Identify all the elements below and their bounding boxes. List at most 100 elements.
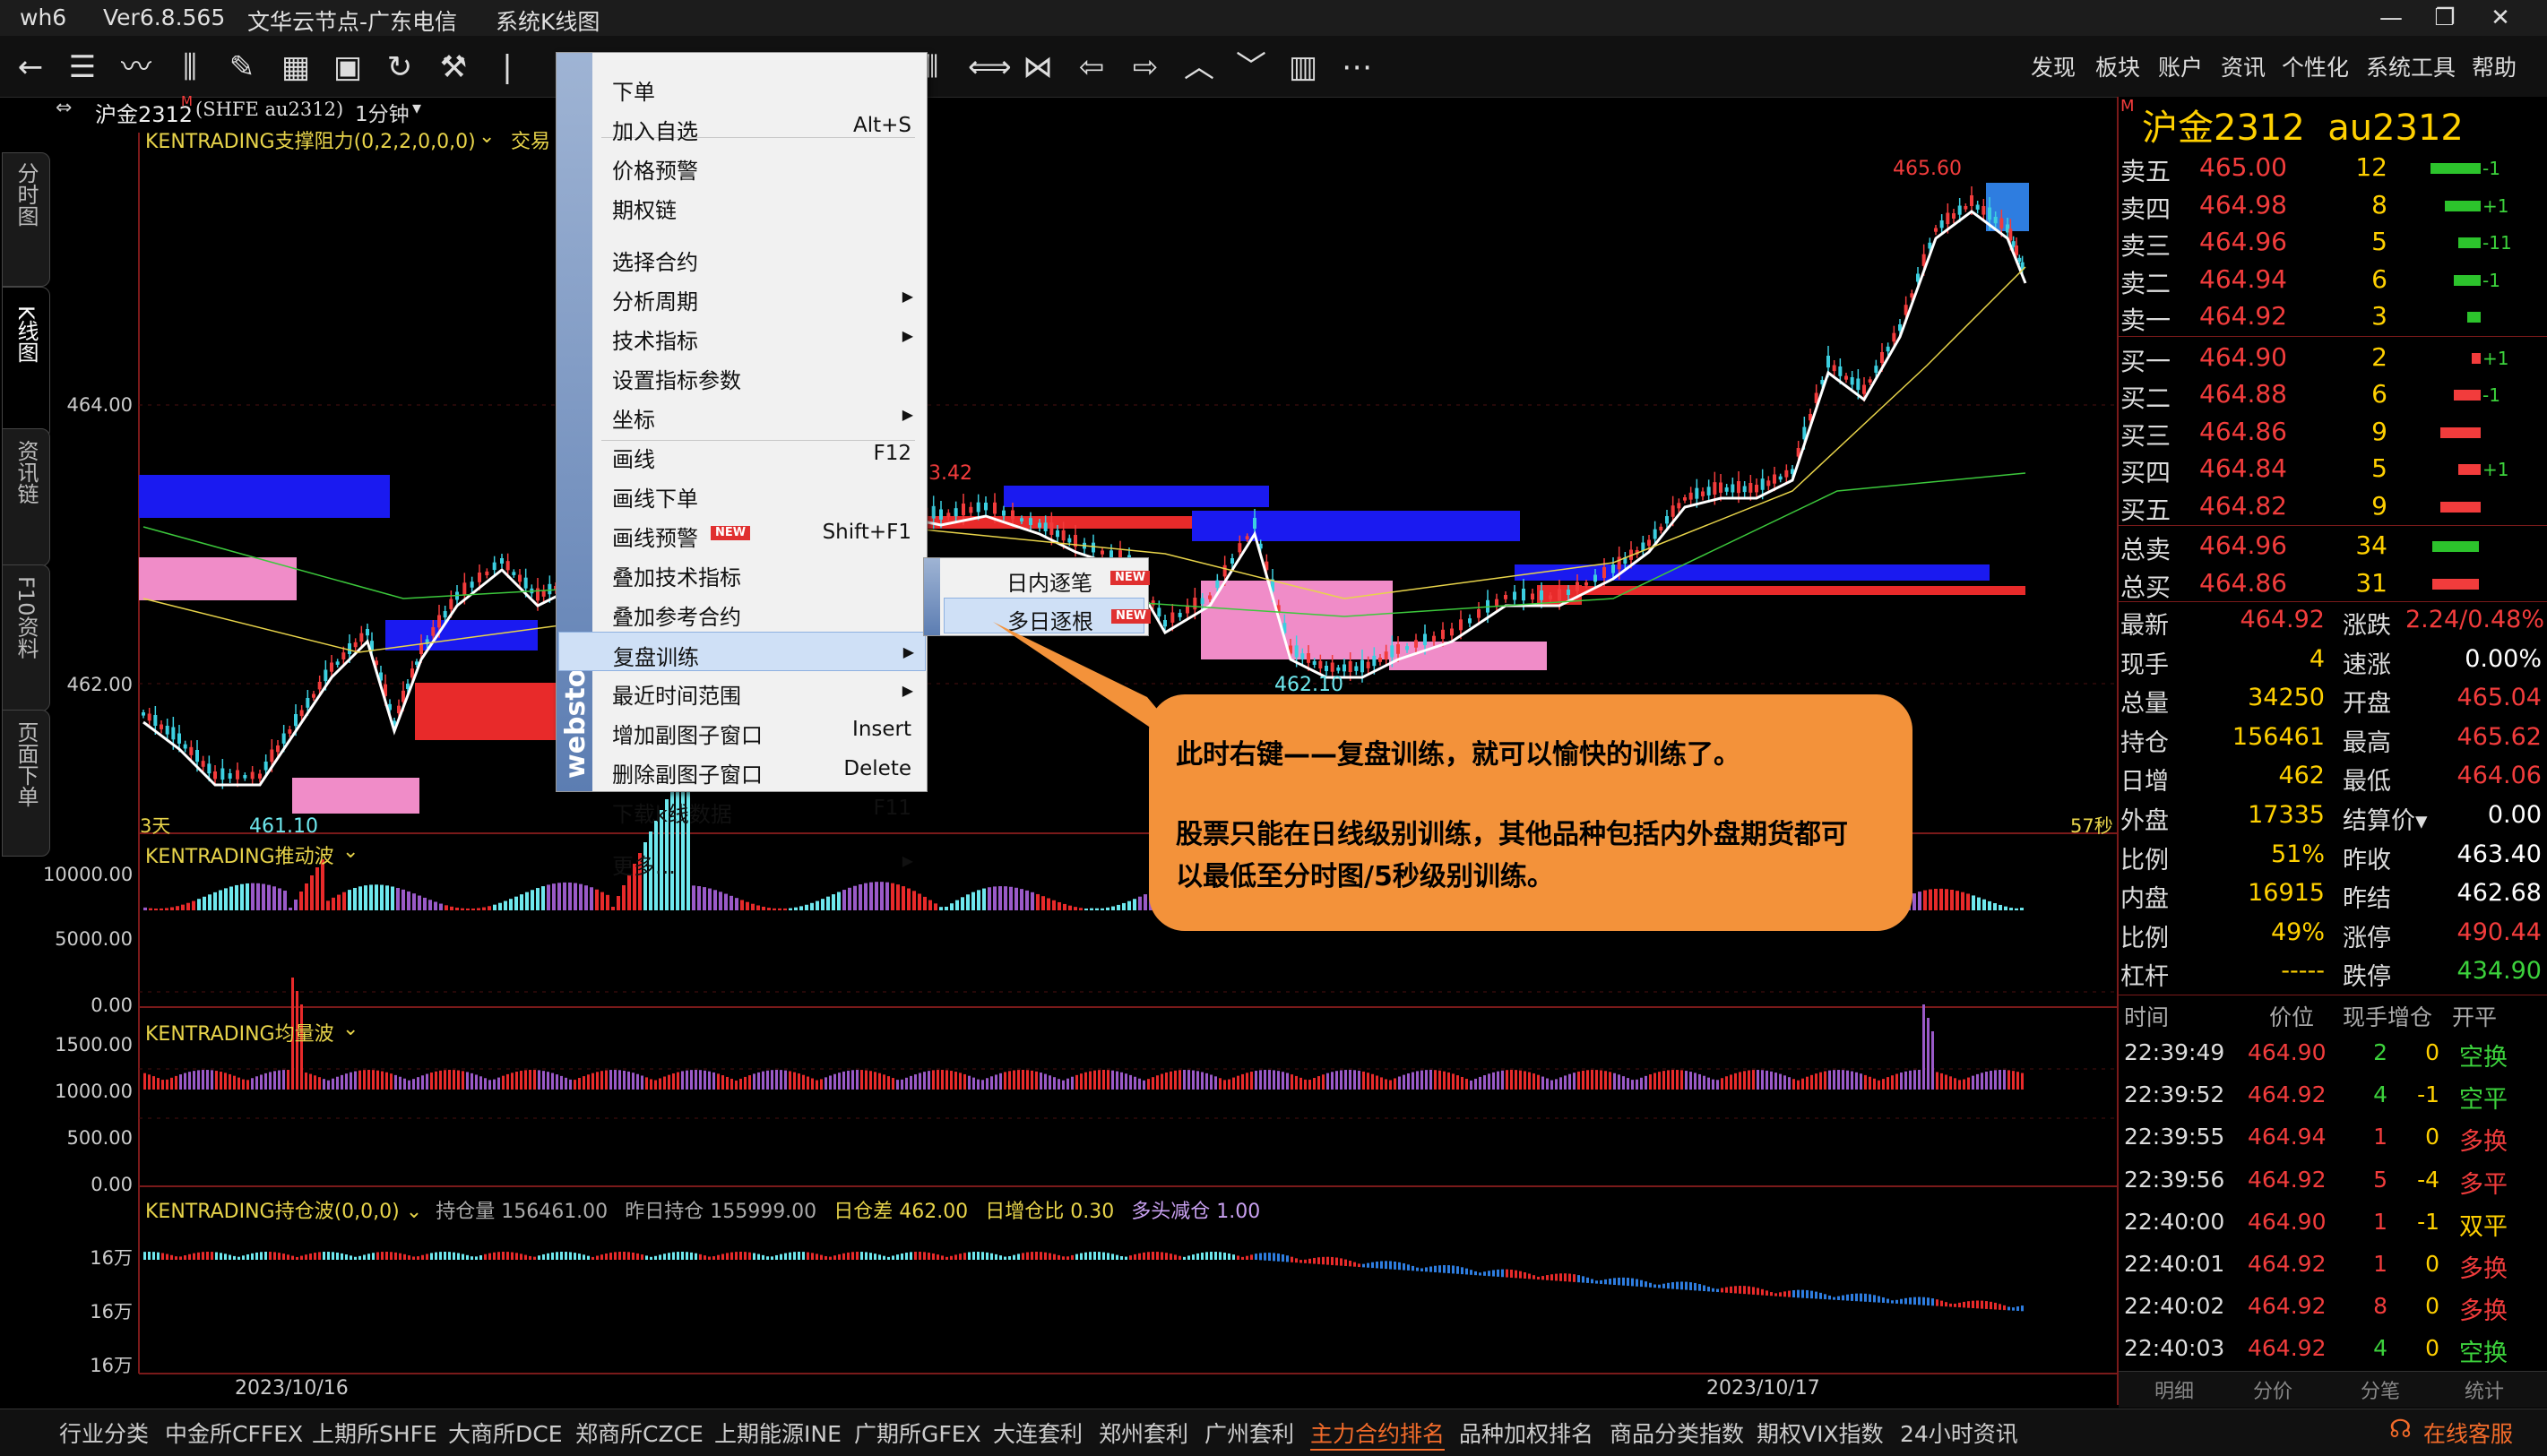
menu-item[interactable]: 分析周期 ▶ <box>558 277 924 314</box>
menu-item[interactable]: 更多... ▶ <box>558 841 924 879</box>
tab-statistics[interactable]: 统计 <box>2465 1375 2504 1404</box>
submenu-item-intraday[interactable]: 日内逐笔 NEW <box>944 560 1151 596</box>
menu-item[interactable]: 技术指标 ▶ <box>558 316 924 354</box>
oi-wave-bar <box>981 1252 984 1260</box>
volume-wave-bar <box>1770 1071 1773 1090</box>
close-icon[interactable]: ✕ <box>2474 2 2527 34</box>
volume-wave-bar <box>1187 1070 1190 1090</box>
oi-label: 持仓量 <box>436 1201 496 1223</box>
line-chart-icon[interactable]: 〰 <box>118 49 154 85</box>
exchange-tab[interactable]: 上期能源INE <box>714 1417 842 1449</box>
menu-item[interactable]: 下载k线数据 F11 <box>558 789 924 827</box>
exchange-tab[interactable]: 主力合约排名 <box>1310 1417 1446 1451</box>
grid-icon[interactable]: ▦ <box>278 49 314 85</box>
exchange-tab[interactable]: 24小时资讯 <box>1900 1417 2018 1449</box>
exchange-tab[interactable]: 行业分类 <box>59 1417 149 1449</box>
exchange-tab[interactable]: 品种加权排名 <box>1459 1417 1593 1449</box>
headset-icon[interactable]: ☊ <box>2389 1414 2412 1443</box>
oi-wave-bar <box>1192 1254 1195 1260</box>
candle-body <box>1946 212 1950 225</box>
exchange-tab[interactable]: 广期所GFEX <box>854 1417 981 1449</box>
cursor-icon[interactable]: | <box>489 49 525 85</box>
up-icon[interactable]: ︿ <box>1181 49 1217 85</box>
volume-wave-bar <box>865 1070 868 1090</box>
menu-tools[interactable]: 系统工具 <box>2366 50 2456 82</box>
menu-item[interactable]: 增加副图子窗口 Insert <box>558 711 924 748</box>
exchange-tab[interactable]: 大连套利 <box>993 1417 1083 1449</box>
menu-item[interactable]: 加入自选 Alt+S <box>558 107 924 144</box>
down-icon[interactable]: ﹀ <box>1233 49 1269 85</box>
exchange-tab[interactable]: 期权VIX指数 <box>1757 1417 1884 1449</box>
exchange-tab[interactable]: 郑商所CZCE <box>575 1417 704 1449</box>
menu-item[interactable]: 画线 F12 <box>558 435 924 472</box>
oi-wave-bar <box>1313 1257 1316 1264</box>
menu-item[interactable]: 画线预警 Shift+F1 NEW <box>558 513 924 551</box>
refresh-icon[interactable]: ↻ <box>382 49 418 85</box>
exchange-tab[interactable]: 上期所SHFE <box>312 1417 437 1449</box>
online-service[interactable]: 在线客服 <box>2423 1417 2513 1449</box>
oi-wave-bar <box>704 1255 706 1260</box>
menu-item[interactable]: 坐标 ▶ <box>558 395 924 433</box>
oi-wave-bar <box>1053 1254 1056 1260</box>
tab-ticks[interactable]: 分笔 <box>2361 1375 2400 1404</box>
menu-personal[interactable]: 个性化 <box>2282 50 2349 82</box>
menu-item[interactable]: 选择合约 <box>558 237 924 275</box>
exchange-tab[interactable]: 郑州套利 <box>1099 1417 1188 1449</box>
menu-item[interactable]: 画线下单 <box>558 474 924 512</box>
exchange-tab[interactable]: 中金所CFFEX <box>165 1417 303 1449</box>
candle-body <box>1061 530 1066 541</box>
menu-item[interactable]: 下单 <box>558 67 924 105</box>
indicator3-label[interactable]: KENTRADING均量波 <box>145 1018 334 1047</box>
tool-icon[interactable]: ⚒ <box>436 49 471 85</box>
oi-wave-bar <box>928 1253 930 1260</box>
back-icon[interactable]: ← <box>13 49 48 85</box>
candle-icon[interactable]: ⫼ <box>172 49 208 85</box>
indicator2-label[interactable]: KENTRADING推动波 <box>145 840 334 869</box>
oi-wave-bar <box>1089 1252 1092 1260</box>
menu-help[interactable]: 帮助 <box>2472 50 2517 82</box>
menu-item[interactable]: 叠加技术指标 <box>558 553 924 590</box>
date-label: 2023/10/16 <box>235 1377 349 1400</box>
minimize-icon[interactable]: — <box>2364 2 2418 34</box>
volume-wave-bar <box>1931 1031 1934 1090</box>
draw-icon[interactable]: ✎ <box>224 49 260 85</box>
more-icon[interactable]: ⋯ <box>1339 49 1375 85</box>
chevron-down-icon[interactable]: ⌄ <box>342 840 358 863</box>
chevron-down-icon[interactable]: ⌄ <box>342 1018 358 1040</box>
restore-icon[interactable]: ❐ <box>2418 2 2472 34</box>
menu-sector[interactable]: 板块 <box>2095 50 2140 82</box>
exchange-tab[interactable]: 广州套利 <box>1204 1417 1294 1449</box>
candle-body <box>1513 591 1516 600</box>
zoom-in-h-icon[interactable]: ⟺ <box>968 49 1012 85</box>
candle-body <box>969 506 973 513</box>
indicator4-label[interactable]: KENTRADING持仓波(0,0,0) <box>145 1201 400 1223</box>
menu-item[interactable]: 期权链 <box>558 185 924 223</box>
menu-item[interactable]: 价格预警 <box>558 146 924 184</box>
candle-body <box>419 643 423 654</box>
tick-header: 价位 <box>2269 1004 2315 1030</box>
layout-icon[interactable]: ▥ <box>1285 49 1321 85</box>
menu-item[interactable]: 复盘训练 ▶ <box>558 632 926 671</box>
exchange-tab[interactable]: 商品分类指数 <box>1610 1417 1744 1449</box>
right-arrow-icon[interactable]: ⇨ <box>1127 49 1163 85</box>
menu-item[interactable]: 最近时间范围 ▶ <box>558 671 924 709</box>
save-icon[interactable]: ▣ <box>330 49 366 85</box>
menu-item[interactable]: 叠加参考合约 <box>558 592 924 630</box>
candle-body <box>1724 487 1729 492</box>
zoom-out-h-icon[interactable]: ⋈ <box>1020 49 1056 85</box>
left-arrow-icon[interactable]: ⇦ <box>1074 49 1109 85</box>
menu-item[interactable]: 删除副图子窗口 Delete <box>558 750 924 788</box>
chevron-down-icon[interactable]: ⌄ <box>406 1201 422 1223</box>
impulse-bar <box>450 906 453 910</box>
menu-discover[interactable]: 发现 <box>2031 50 2076 82</box>
volume-wave-bar <box>1156 1075 1159 1090</box>
menu-item[interactable]: 设置指标参数 <box>558 356 924 393</box>
oi-wave-bar <box>1981 1300 1983 1309</box>
menu-news[interactable]: 资讯 <box>2221 50 2266 82</box>
oi-wave-bar <box>1958 1302 1961 1308</box>
menu-account[interactable]: 账户 <box>2158 50 2203 82</box>
tab-detail[interactable]: 明细 <box>2154 1375 2194 1404</box>
exchange-tab[interactable]: 大商所DCE <box>448 1417 563 1449</box>
tab-price-dist[interactable]: 分价 <box>2253 1375 2292 1404</box>
list-icon[interactable]: ☰ <box>65 49 100 85</box>
